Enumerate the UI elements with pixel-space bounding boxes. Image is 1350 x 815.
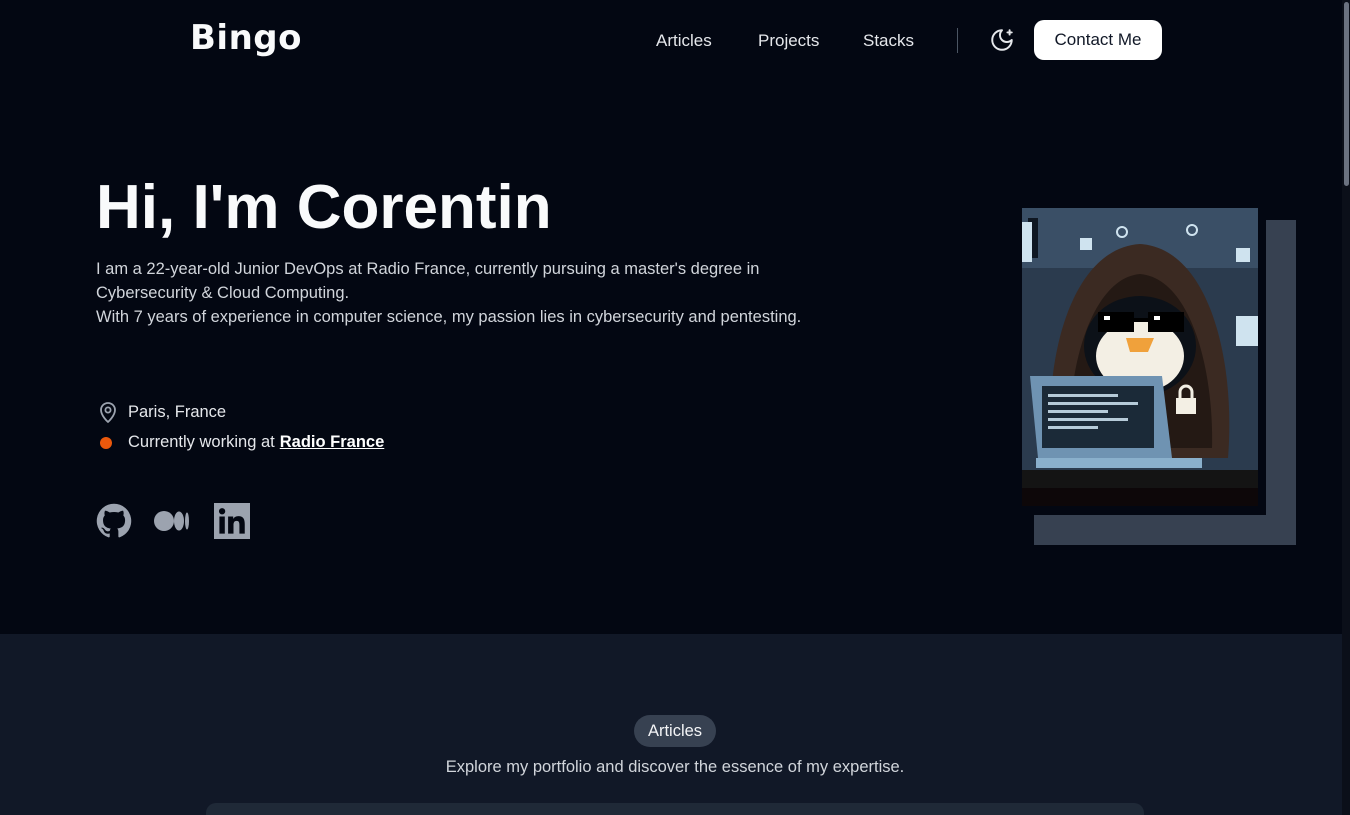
site-logo[interactable]: Bingo	[190, 18, 302, 58]
work-prefix: Currently working at	[128, 433, 275, 451]
linkedin-icon[interactable]	[214, 503, 250, 539]
map-pin-icon	[100, 402, 116, 423]
moon-icon[interactable]	[989, 27, 1015, 53]
github-icon[interactable]	[96, 503, 132, 539]
articles-section: Articles Explore my portfolio and discov…	[0, 634, 1342, 815]
location-row: Paris, France	[96, 400, 226, 424]
nav-divider	[957, 28, 958, 53]
company-link[interactable]: Radio France	[280, 433, 385, 452]
articles-badge: Articles	[634, 715, 716, 747]
nav-articles[interactable]: Articles	[656, 31, 712, 51]
article-card[interactable]	[206, 803, 1144, 815]
status-dot	[100, 436, 112, 449]
medium-icon[interactable]	[154, 509, 190, 533]
articles-subtitle: Explore my portfolio and discover the es…	[445, 758, 905, 776]
nav-projects[interactable]: Projects	[758, 31, 819, 51]
nav-stacks[interactable]: Stacks	[863, 31, 914, 51]
hero-description-line: With 7 years of experience in computer s…	[96, 308, 802, 326]
hero-title: Hi, I'm Corentin	[96, 173, 552, 242]
scrollbar-thumb[interactable]	[1344, 2, 1349, 186]
hero-description-line: I am a 22-year-old Junior DevOps at Radi…	[96, 260, 760, 302]
location-text: Paris, France	[128, 402, 227, 421]
page-scrollbar[interactable]	[1342, 0, 1350, 815]
work-row: Currently working at Radio France	[96, 433, 384, 452]
contact-me-button[interactable]: Contact Me	[1034, 20, 1162, 60]
hero-description: I am a 22-year-old Junior DevOps at Radi…	[96, 257, 816, 329]
avatar-image	[1022, 208, 1258, 506]
site-header: Bingo Articles Projects Stacks Contact M…	[0, 0, 1342, 80]
